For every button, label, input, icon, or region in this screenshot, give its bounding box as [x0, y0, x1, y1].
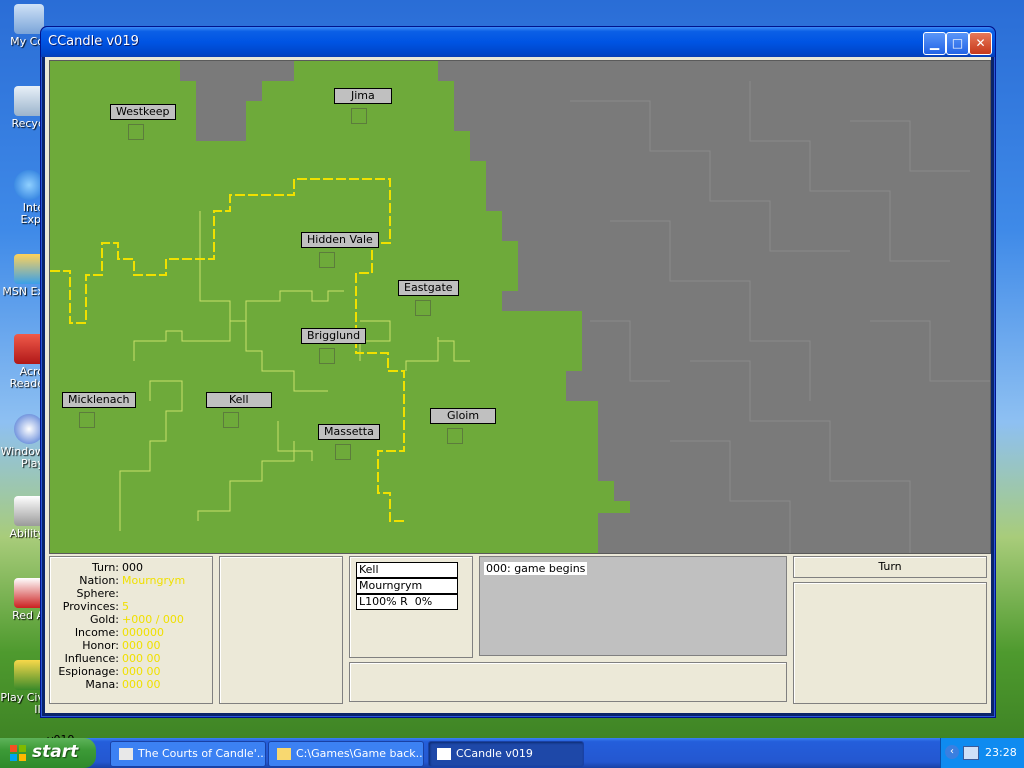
honor-label: Honor: — [82, 639, 119, 652]
taskbar-item-folder[interactable]: C:\Games\Game back... — [268, 741, 424, 767]
gold-label: Gold: — [90, 613, 119, 626]
desktop-icon-internet-explorer[interactable]: Inte Expl — [0, 170, 44, 226]
town-label-gloim[interactable]: Gloim — [430, 408, 497, 424]
desktop-icon-label: Play Civ III — [0, 691, 44, 716]
desktop-icon-acrobat-reader[interactable]: Acro Reade — [0, 334, 44, 390]
desktop-icon-windows-media-player[interactable]: Window Play — [0, 414, 44, 470]
system-tray: ‹ 23:28 — [940, 738, 1024, 768]
town-marker-brigglund[interactable] — [319, 348, 335, 364]
game-map[interactable]: Westkeep Jima Hidden Vale Eastgate Brigg… — [49, 60, 991, 554]
folder-icon — [277, 748, 291, 760]
town-marker-kell[interactable] — [223, 412, 239, 428]
desktop-icon-label: Window Play — [0, 445, 44, 470]
town-label-massetta[interactable]: Massetta — [318, 424, 380, 440]
minimize-button[interactable]: ▁ — [923, 32, 946, 55]
client-area: Westkeep Jima Hidden Vale Eastgate Brigg… — [45, 57, 991, 746]
province-loyalty: L100% R 0% — [356, 594, 458, 610]
windows-flag-icon — [10, 745, 26, 761]
espionage-value: 000 00 — [122, 665, 161, 678]
sphere-label: Sphere: — [76, 587, 119, 600]
map-terrain — [50, 61, 990, 553]
app-window: CCandle v019 ▁ □ ✕ Westkeep Jima Hidden … — [40, 26, 996, 746]
minimize-icon: ▁ — [929, 36, 940, 50]
desktop-icon-my-computer[interactable]: My Co — [0, 4, 44, 48]
province-name: Kell — [356, 562, 458, 578]
desktop-icon-red-alert[interactable]: Red A — [0, 578, 44, 622]
maximize-button[interactable]: □ — [946, 32, 969, 55]
desktop-icon-label: Acro Reade — [9, 365, 44, 390]
town-marker-westkeep[interactable] — [128, 124, 144, 140]
document-icon — [119, 748, 133, 760]
desktop-icon-label: MSN Ex — [2, 285, 44, 298]
town-label-eastgate[interactable]: Eastgate — [398, 280, 459, 296]
desktop-icon-civilization[interactable]: Play Civ III — [0, 660, 44, 716]
taskbar-item-courts-of-candle[interactable]: The Courts of Candle'... — [110, 741, 266, 767]
town-label-westkeep[interactable]: Westkeep — [110, 104, 176, 120]
title-bar[interactable]: CCandle v019 ▁ □ ✕ — [41, 27, 995, 57]
town-label-micklenach[interactable]: Micklenach — [62, 392, 136, 408]
task-label: C:\Games\Game back... — [296, 747, 424, 760]
town-label-brigglund[interactable]: Brigglund — [301, 328, 367, 344]
nation-label: Nation: — [79, 574, 119, 587]
window-icon — [437, 748, 451, 760]
start-button[interactable]: start — [0, 738, 96, 768]
task-label: CCandle v019 — [456, 747, 533, 760]
clock[interactable]: 23:28 — [985, 746, 1017, 759]
town-marker-hidden-vale[interactable] — [319, 252, 335, 268]
town-marker-micklenach[interactable] — [79, 412, 95, 428]
mana-value: 000 00 — [122, 678, 161, 691]
desktop-icon-label: Ability — [9, 527, 45, 540]
close-button[interactable]: ✕ — [969, 32, 992, 55]
desktop-icon-msn-explorer[interactable]: MSN Ex — [0, 254, 44, 298]
taskbar: start The Courts of Candle'... C:\Games\… — [0, 738, 1024, 768]
gold-value: +000 / 000 — [122, 613, 184, 626]
provinces-label: Provinces: — [62, 600, 119, 613]
nation-value: Mourngrym — [122, 574, 186, 587]
taskbar-item-ccandle[interactable]: CCandle v019 — [428, 741, 584, 767]
log-line: 000: game begins — [484, 562, 588, 575]
province-info-panel: Kell Mourngrym L100% R 0% — [349, 556, 473, 658]
desktop-icon-ability[interactable]: Ability — [0, 496, 44, 540]
desktop-icon-label: My Co — [10, 35, 44, 48]
nation-stats-panel: Turn: 000 Nation: Mourngrym Sphere: Provin… — [49, 556, 213, 704]
income-value: 000000 — [122, 626, 164, 639]
town-label-hidden-vale[interactable]: Hidden Vale — [301, 232, 379, 248]
town-label-jima[interactable]: Jima — [334, 88, 392, 104]
tray-expand-icon[interactable]: ‹ — [945, 745, 959, 759]
town-label-kell[interactable]: Kell — [206, 392, 272, 408]
task-label: The Courts of Candle'... — [138, 747, 266, 760]
start-label: start — [32, 742, 79, 762]
influence-value: 000 00 — [122, 652, 161, 665]
event-log[interactable]: 000: game begins — [479, 556, 787, 656]
close-icon: ✕ — [975, 36, 986, 50]
town-marker-jima[interactable] — [351, 108, 367, 124]
network-icon[interactable] — [963, 746, 979, 760]
message-panel — [349, 662, 787, 702]
unowned-province-borders — [570, 81, 990, 553]
details-panel — [793, 582, 987, 704]
espionage-label: Espionage: — [58, 665, 119, 678]
income-label: Income: — [74, 626, 119, 639]
maximize-icon: □ — [951, 36, 964, 50]
turn-button[interactable]: Turn — [793, 556, 987, 578]
honor-value: 000 00 — [122, 639, 161, 652]
town-marker-gloim[interactable] — [447, 428, 463, 444]
provinces-value: 5 — [122, 600, 129, 613]
empty-panel — [219, 556, 343, 704]
province-owner: Mourngrym — [356, 578, 458, 594]
window-title: CCandle v019 — [48, 34, 139, 49]
mana-label: Mana: — [85, 678, 119, 691]
town-marker-eastgate[interactable] — [415, 300, 431, 316]
desktop-icon-recycle-bin[interactable]: Recyc — [0, 86, 44, 130]
turn-label: Turn: — [91, 561, 119, 574]
turn-value: 000 — [122, 561, 143, 574]
influence-label: Influence: — [64, 652, 119, 665]
town-marker-massetta[interactable] — [335, 444, 351, 460]
